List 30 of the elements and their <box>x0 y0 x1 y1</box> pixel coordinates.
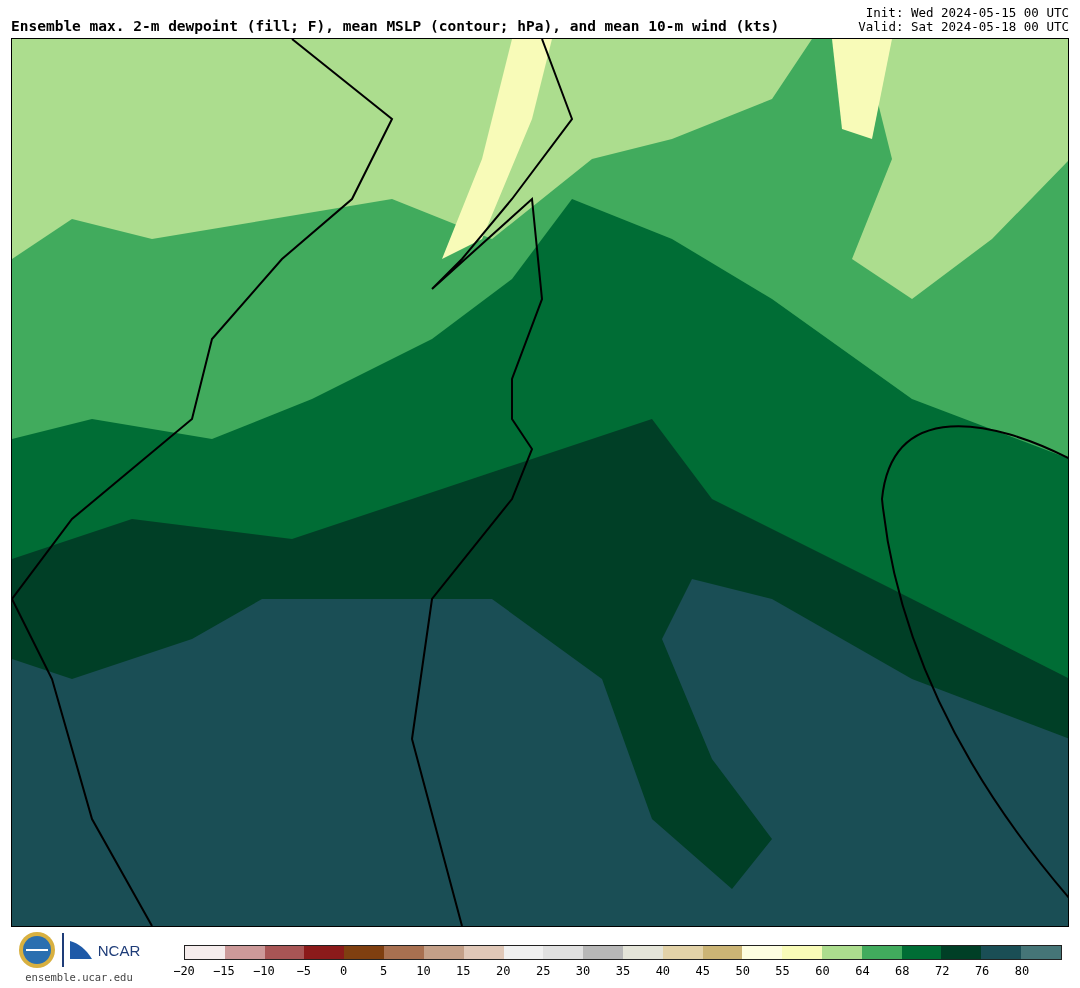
scale-label: 5 <box>379 964 388 978</box>
scale-label: 40 <box>655 964 671 978</box>
scale-label: 50 <box>735 964 750 978</box>
scale-label: 60 <box>815 964 830 978</box>
scale-label: 30 <box>575 964 591 978</box>
scale-label: 10 <box>416 964 431 978</box>
scale-label: 0 <box>340 964 348 978</box>
scale-label: −5 <box>296 964 311 978</box>
wave-logo-icon <box>69 941 92 959</box>
globe-logo-icon <box>17 931 56 969</box>
scale-label: 55 <box>775 964 790 978</box>
logo-text: NCAR <box>97 941 141 959</box>
scale-label: −20 <box>173 964 195 978</box>
scale-label: 80 <box>1014 964 1030 978</box>
init-time: Init: Wed 2024-05-15 00 UTC <box>865 6 1069 20</box>
scale-label: −15 <box>213 964 235 978</box>
scale-label: 72 <box>935 964 950 978</box>
scale-label: 45 <box>695 964 710 978</box>
scale-label: 68 <box>895 964 910 978</box>
scale-label: 25 <box>535 964 551 978</box>
divider-line-icon <box>61 933 64 967</box>
scale-label: 76 <box>974 964 990 978</box>
scale-label: 35 <box>615 964 631 978</box>
chart-title: Ensemble max. 2-m dewpoint (fill; F), mean MSLP (contour; hPa), and mean 10-m wind (kts) <box>11 18 780 34</box>
website-url: ensemble.ucar.edu <box>25 971 133 983</box>
scale-label: 64 <box>855 964 870 978</box>
scale-label: 15 <box>456 964 471 978</box>
scale-label: 20 <box>496 964 511 978</box>
scale-label: −10 <box>252 964 275 978</box>
valid-time: Valid: Sat 2024-05-18 00 UTC <box>858 20 1069 34</box>
